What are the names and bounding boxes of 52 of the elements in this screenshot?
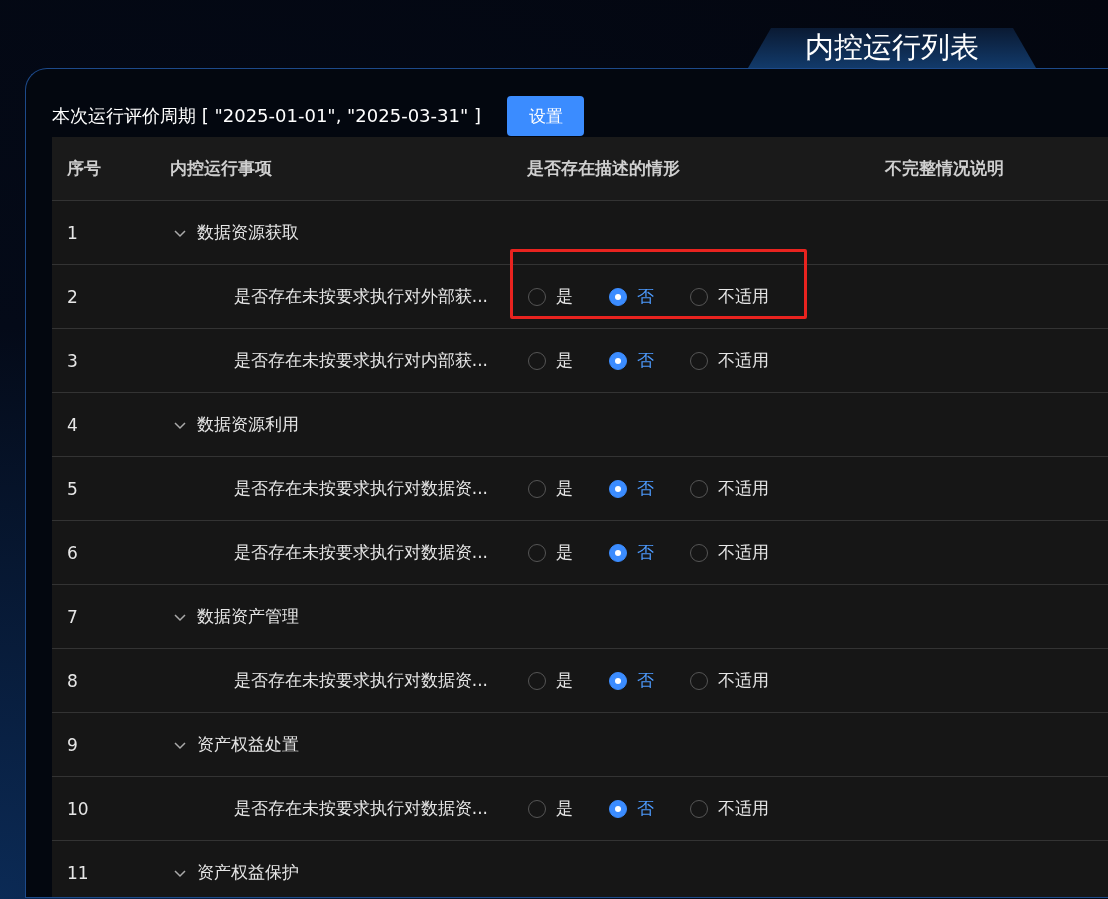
item-text: 是否存在未按要求执行对数据资... — [233, 541, 489, 564]
radio-label[interactable]: 否 — [637, 349, 654, 372]
row-number: 9 — [66, 734, 78, 755]
radio-label[interactable]: 是 — [556, 477, 573, 500]
group-title: 数据资源获取 — [197, 221, 299, 244]
radio-label[interactable]: 是 — [556, 669, 573, 692]
row-number: 8 — [66, 670, 78, 691]
column-header: 是否存在描述的情形 — [526, 157, 681, 180]
row-number: 11 — [66, 862, 89, 883]
period-label: 本次运行评价周期 [ "2025-01-01", "2025-03-31" ] — [52, 104, 481, 128]
row-number: 3 — [66, 350, 78, 371]
group-title: 资产权益保护 — [197, 861, 299, 884]
row-number: 7 — [66, 606, 78, 627]
radio-label[interactable]: 否 — [637, 285, 654, 308]
radio-label[interactable]: 是 — [556, 349, 573, 372]
radio-button[interactable] — [609, 351, 627, 370]
radio-label[interactable]: 不适用 — [718, 349, 769, 372]
row-number: 4 — [66, 414, 78, 435]
column-header: 不完整情况说明 — [884, 157, 1005, 180]
item-text: 是否存在未按要求执行对数据资... — [233, 797, 489, 820]
radio-label[interactable]: 不适用 — [718, 669, 769, 692]
column-header: 内控运行事项 — [169, 157, 273, 180]
item-text: 是否存在未按要求执行对数据资... — [233, 669, 489, 692]
row-number: 2 — [66, 286, 78, 307]
radio-button[interactable] — [609, 799, 627, 818]
radio-label[interactable]: 否 — [637, 541, 654, 564]
radio-button[interactable] — [609, 287, 627, 306]
radio-label[interactable]: 否 — [637, 477, 654, 500]
radio-label[interactable]: 是 — [556, 285, 573, 308]
radio-label[interactable]: 是 — [556, 541, 573, 564]
radio-button[interactable] — [609, 671, 627, 690]
row-number: 1 — [66, 222, 78, 243]
group-title: 数据资产管理 — [197, 605, 299, 628]
row-number: 10 — [66, 798, 89, 819]
item-text: 是否存在未按要求执行对外部获... — [233, 285, 489, 308]
column-header: 序号 — [66, 157, 102, 180]
item-text: 是否存在未按要求执行对数据资... — [233, 477, 489, 500]
item-text: 是否存在未按要求执行对内部获... — [233, 349, 489, 372]
radio-button[interactable] — [609, 543, 627, 562]
radio-label[interactable]: 否 — [637, 669, 654, 692]
radio-label[interactable]: 不适用 — [718, 541, 769, 564]
page-title: 内控运行列表 — [748, 28, 1036, 68]
radio-button[interactable] — [609, 479, 627, 498]
row-number: 6 — [66, 542, 78, 563]
row-number: 5 — [66, 478, 78, 499]
radio-label[interactable]: 不适用 — [718, 477, 769, 500]
radio-label[interactable]: 不适用 — [718, 285, 769, 308]
radio-label[interactable]: 不适用 — [718, 797, 769, 820]
group-title: 数据资源利用 — [197, 413, 299, 436]
radio-label[interactable]: 否 — [637, 797, 654, 820]
radio-label[interactable]: 是 — [556, 797, 573, 820]
group-title: 资产权益处置 — [197, 733, 299, 756]
